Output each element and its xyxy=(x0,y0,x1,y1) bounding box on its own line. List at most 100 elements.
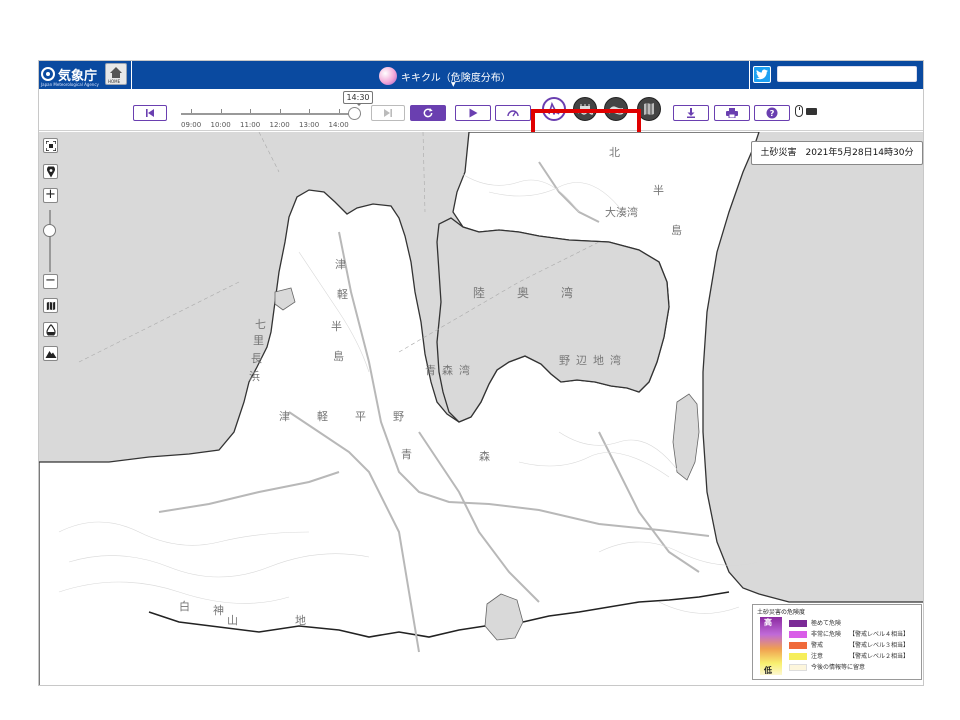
time-tick-label: 13:00 xyxy=(299,121,320,129)
map-label: 白 xyxy=(179,600,190,613)
home-label: HOME xyxy=(108,79,121,84)
map-icon xyxy=(644,103,654,115)
minus-icon: − xyxy=(45,273,56,288)
map-label: 長 xyxy=(251,352,262,365)
location-button[interactable] xyxy=(43,164,58,179)
mountain-icon xyxy=(45,350,56,358)
header-bar: 気象庁 Japan Meteorological Agency HOME キキク… xyxy=(39,61,923,89)
chevron-down-icon: ▼ xyxy=(451,81,456,88)
time-slider-knob[interactable] xyxy=(347,107,361,120)
skip-back-icon xyxy=(146,109,154,117)
map-timestamp: 土砂災害 2021年5月28日14時30分 xyxy=(751,141,923,165)
map-label: 七 xyxy=(255,318,266,331)
map-label: 半 xyxy=(653,184,664,197)
print-icon xyxy=(726,108,738,118)
map-base xyxy=(39,132,923,685)
time-tick-label: 09:00 xyxy=(181,121,202,129)
map-label: 島 xyxy=(333,350,344,363)
zoom-in-button[interactable]: + xyxy=(43,187,58,203)
legend-label: 今後の情報等に留意 xyxy=(811,664,866,671)
twitter-icon xyxy=(756,69,768,80)
legend-row: 警戒 【警戒レベル３相当】 xyxy=(789,641,919,650)
map-icon xyxy=(46,301,55,310)
legend-row: 注意 【警戒レベル２相当】 xyxy=(789,652,919,661)
water-drop-icon xyxy=(46,324,55,335)
zoom-slider-track[interactable] xyxy=(49,210,51,272)
time-slider-tick xyxy=(191,109,192,113)
fullscreen-button[interactable] xyxy=(43,138,58,153)
search-input[interactable] xyxy=(777,66,917,82)
land-mainland xyxy=(39,132,923,685)
map-type-button[interactable] xyxy=(43,298,58,313)
legend-row: 極めて危険 xyxy=(789,619,919,628)
legend-label: 注意 xyxy=(811,653,824,660)
time-slider-tick xyxy=(309,109,310,113)
map-label: 津 xyxy=(335,258,346,271)
download-icon xyxy=(687,108,695,118)
legend-label: 非常に危険 xyxy=(811,631,842,638)
legend-level: 【警戒レベル２相当】 xyxy=(849,653,910,660)
zoom-slider-knob[interactable] xyxy=(43,224,56,237)
legend-title: 土砂災害の危険度 xyxy=(757,609,806,616)
zoom-out-button[interactable]: − xyxy=(43,273,58,289)
map-label: 津 軽 平 野 xyxy=(279,410,412,423)
legend-high-label: 高 xyxy=(764,618,772,627)
help-icon: ? xyxy=(766,107,778,119)
water-layer-button[interactable] xyxy=(43,322,58,337)
play-icon xyxy=(469,108,478,118)
map-view[interactable]: 北 半 島 大湊湾 陸 奥 湾 野辺地湾 青森湾 津 軽 半 島 七 里 長 浜… xyxy=(39,132,923,685)
time-tick-label: 12:00 xyxy=(269,121,290,129)
map-label: 半 xyxy=(331,320,342,333)
speed-gauge-icon xyxy=(507,110,519,117)
time-tick-label: 14:00 xyxy=(328,121,349,129)
legend-level: 【警戒レベル４相当】 xyxy=(849,631,910,638)
app-window: 気象庁 Japan Meteorological Agency HOME キキク… xyxy=(38,60,924,686)
map-label: 大湊湾 xyxy=(605,206,638,219)
svg-text:?: ? xyxy=(770,108,775,118)
refresh-button[interactable] xyxy=(410,105,446,121)
print-button[interactable] xyxy=(714,105,750,121)
time-slider-tick xyxy=(338,109,340,113)
jma-logo-icon xyxy=(41,67,55,81)
skip-back-button[interactable] xyxy=(133,105,167,121)
legend-swatch xyxy=(789,653,807,660)
time-tick-label: 10:00 xyxy=(210,121,231,129)
map-label: 青 xyxy=(401,448,412,461)
map-label: 軽 xyxy=(337,288,348,301)
legend-swatch xyxy=(789,642,807,649)
legend-level: 【警戒レベル３相当】 xyxy=(849,642,910,649)
terrain-layer-button[interactable] xyxy=(43,346,58,361)
mouse-icon xyxy=(795,105,803,117)
map-label: 浜 xyxy=(249,370,260,383)
map-label: 地 xyxy=(295,614,306,627)
fullscreen-icon xyxy=(45,140,56,151)
map-label: 北 xyxy=(609,146,620,159)
legend-label: 極めて危険 xyxy=(811,620,842,627)
skip-forward-button[interactable] xyxy=(371,105,405,121)
map-label: 陸 奥 湾 xyxy=(473,286,584,300)
help-button[interactable]: ? xyxy=(754,105,790,121)
legend-row: 非常に危険 【警戒レベル４相当】 xyxy=(789,630,919,639)
kikikuru-logo-icon xyxy=(379,67,397,85)
download-button[interactable] xyxy=(673,105,709,121)
legend-swatch xyxy=(789,620,807,627)
twitter-button[interactable] xyxy=(753,66,771,83)
speed-button[interactable] xyxy=(495,105,531,121)
current-time-label: 14:30 xyxy=(343,91,373,106)
map-label: 神 xyxy=(213,604,224,617)
map-label: 島 xyxy=(671,224,682,237)
hazard-legend: 土砂災害の危険度 高 低 極めて危険 非常に危険 【警戒レベル４相当】 警戒 【警戒レベ… xyxy=(752,604,922,680)
agency-logo[interactable]: 気象庁 Japan Meteorological Agency xyxy=(41,63,103,87)
home-button[interactable]: HOME xyxy=(105,63,127,85)
legend-swatch xyxy=(789,664,807,671)
play-button[interactable] xyxy=(455,105,491,121)
toolbar: 14:30 09:00 10:00 11:00 12:00 13:00 14:00 xyxy=(39,89,923,149)
legend-low-label: 低 xyxy=(764,666,772,675)
time-tick-label: 11:00 xyxy=(240,121,261,129)
keyboard-icon xyxy=(806,108,817,115)
time-slider-track[interactable] xyxy=(181,113,361,115)
agency-name-en: Japan Meteorological Agency xyxy=(41,82,99,87)
map-label: 山 xyxy=(227,614,238,627)
time-slider-tick xyxy=(220,109,222,113)
lake-towada xyxy=(484,593,524,641)
